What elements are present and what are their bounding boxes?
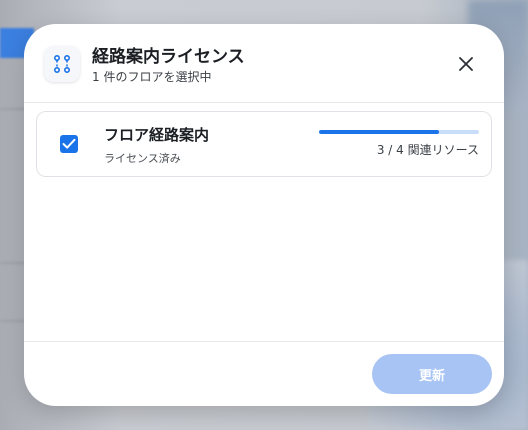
item-status: ライセンス済み xyxy=(104,152,181,165)
dialog-subtitle: 1 件のフロアを選択中 xyxy=(92,70,212,84)
item-checkbox[interactable] xyxy=(60,135,78,153)
route-icon xyxy=(44,46,80,82)
update-button[interactable]: 更新 xyxy=(372,354,492,394)
backdrop-divider xyxy=(0,320,26,322)
item-title: フロア経路案内 xyxy=(104,126,210,144)
list-item[interactable]: フロア経路案内 ライセンス済み 3 / 4 関連リソース xyxy=(36,111,492,177)
close-button[interactable] xyxy=(452,50,480,78)
dialog-footer: 更新 xyxy=(24,341,504,406)
dialog-body: フロア経路案内 ライセンス済み 3 / 4 関連リソース xyxy=(24,103,504,341)
close-icon[interactable] xyxy=(459,57,473,71)
backdrop-divider xyxy=(0,108,26,110)
dialog-header: 経路案内ライセンス 1 件のフロアを選択中 xyxy=(24,24,504,103)
license-dialog: 経路案内ライセンス 1 件のフロアを選択中 フロア経路案内 ライセンス済み 3 … xyxy=(24,24,504,406)
progress-text: 3 / 4 関連リソース xyxy=(376,143,479,157)
progress-bar xyxy=(319,130,479,134)
check-icon xyxy=(62,138,76,149)
progress-fill xyxy=(319,130,439,134)
dialog-title: 経路案内ライセンス xyxy=(92,47,245,67)
backdrop-divider xyxy=(0,262,26,264)
